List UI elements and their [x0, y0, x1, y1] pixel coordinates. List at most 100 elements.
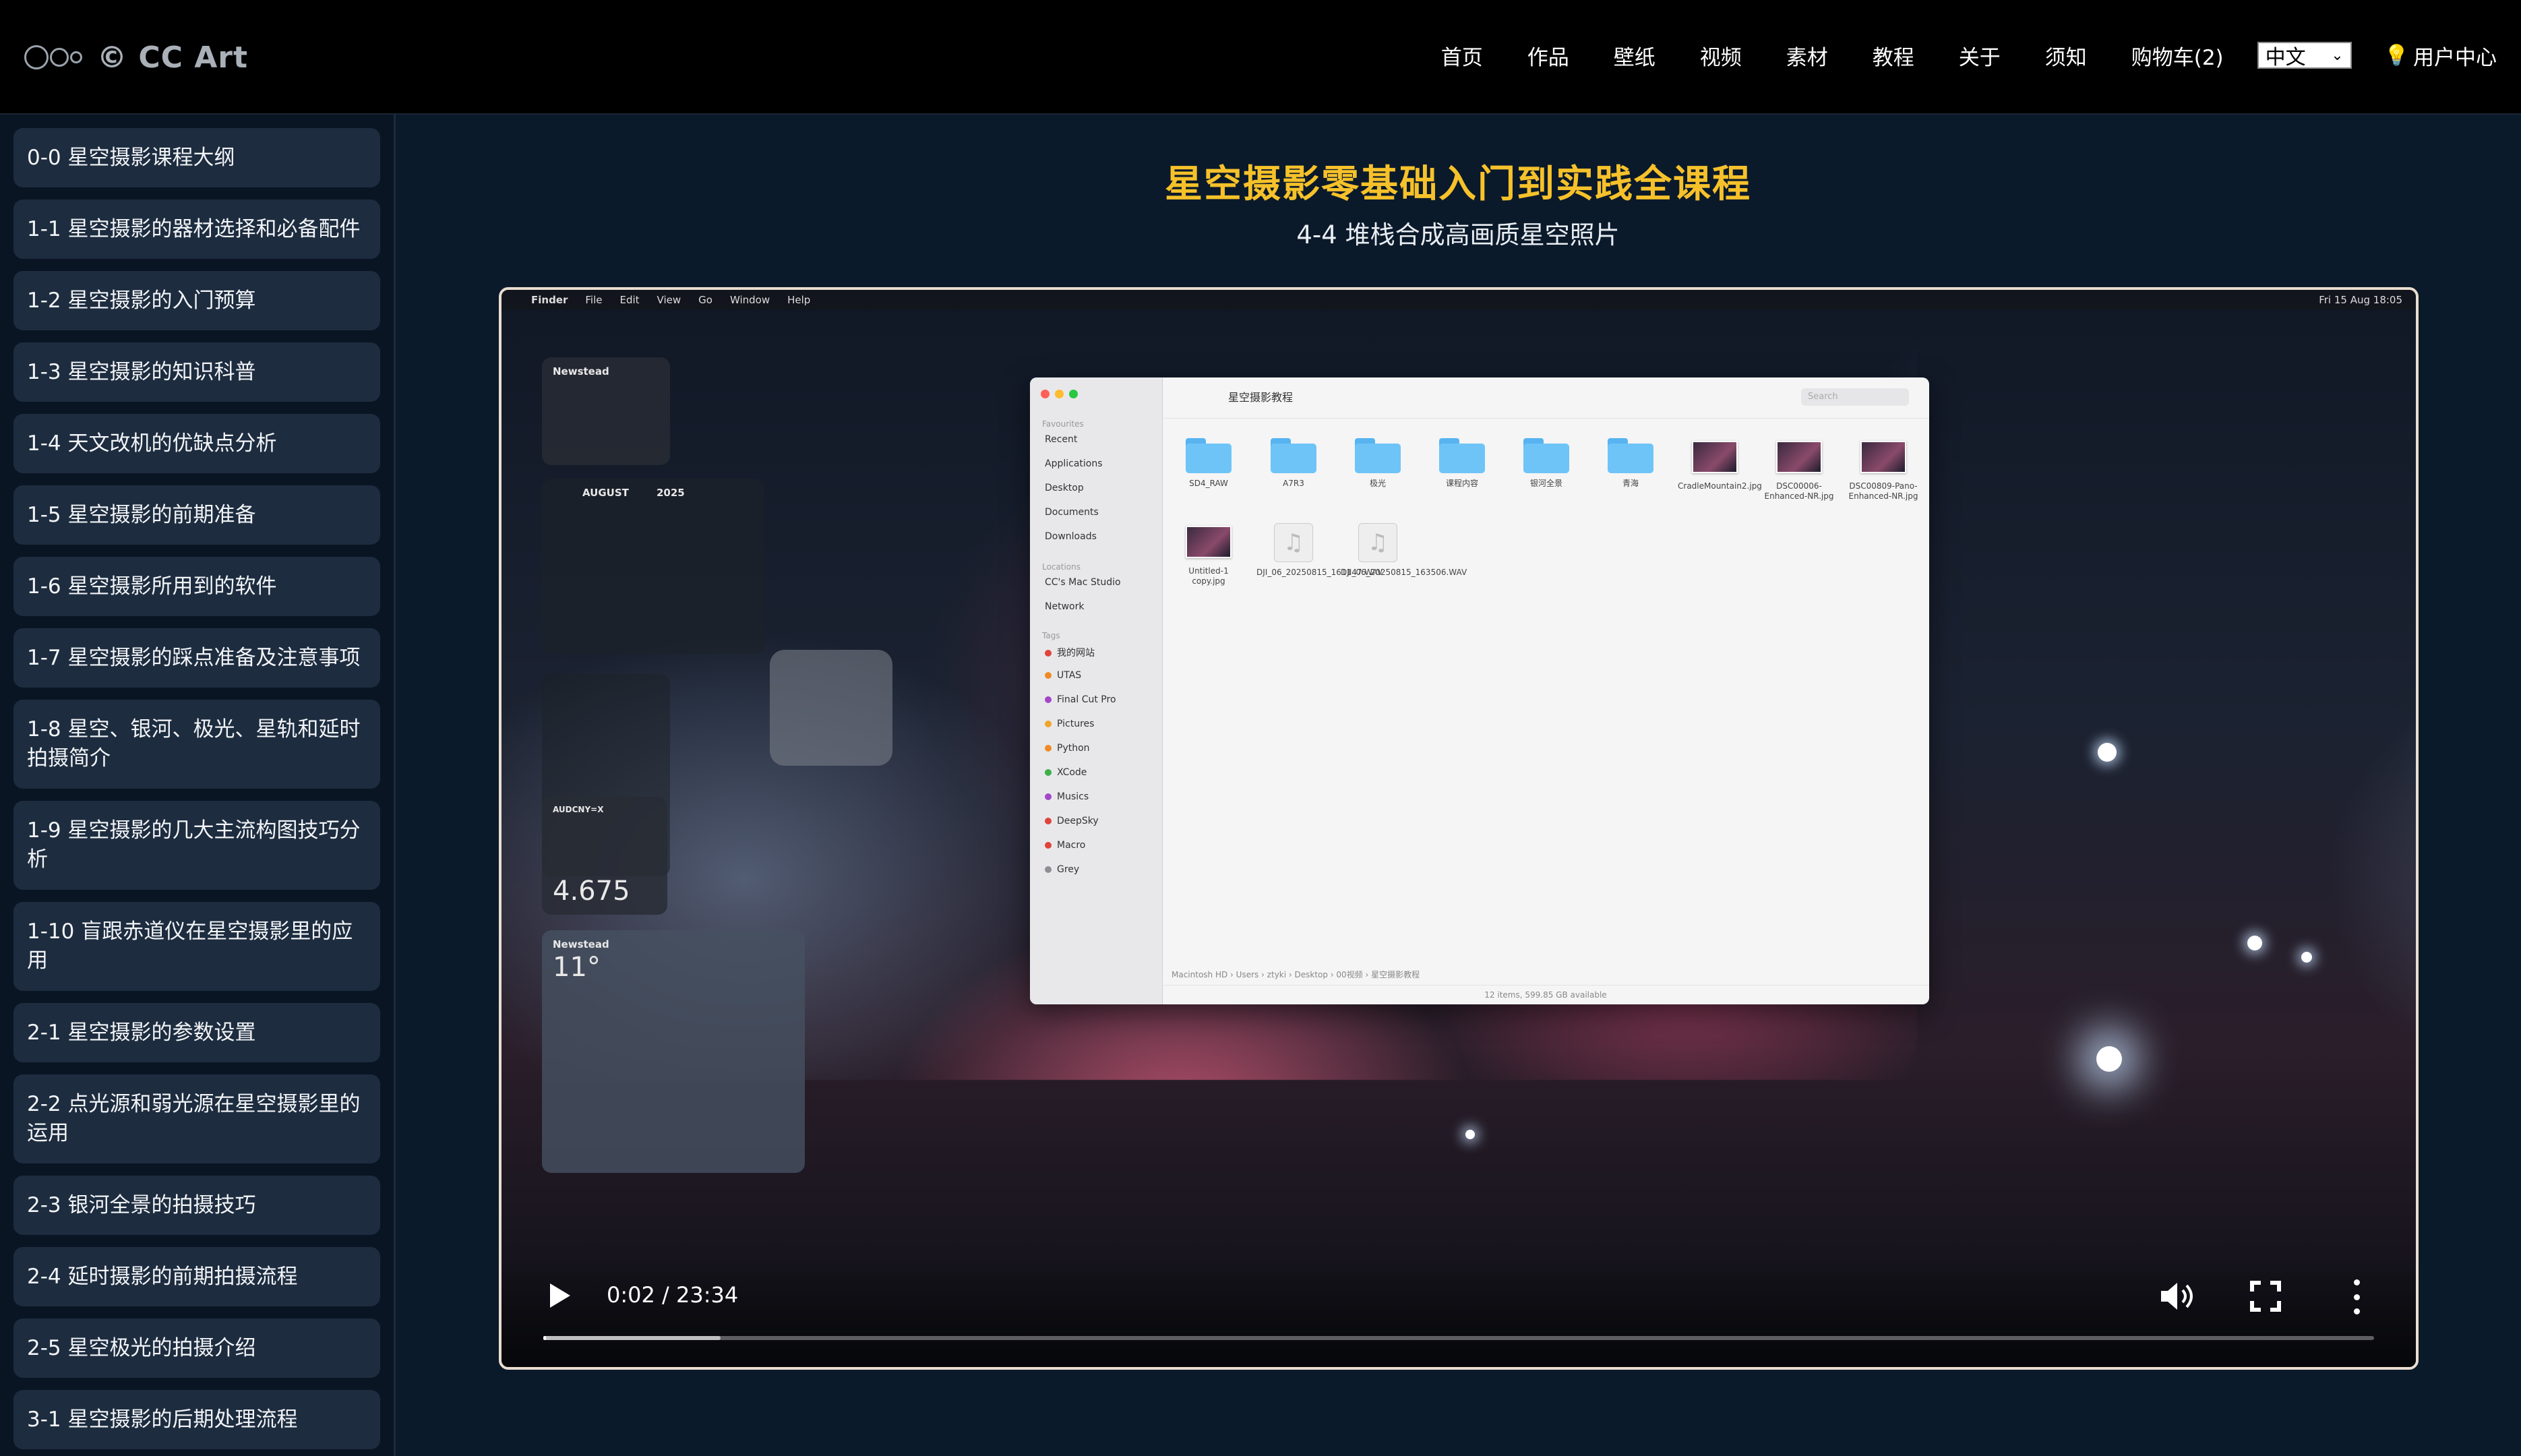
forecast-temp: 11°: [553, 952, 601, 983]
forecast-city: Newstead: [553, 938, 609, 950]
finder-sidebar-item: Network: [1045, 601, 1085, 612]
folder-icon: [1439, 438, 1485, 473]
lesson-item[interactable]: 1-5 星空摄影的前期准备: [13, 485, 380, 545]
finder-tag: Pictures: [1045, 719, 1094, 729]
progress-buffered: [543, 1336, 721, 1340]
user-center-link[interactable]: 💡 用户中心: [2384, 40, 2497, 71]
language-select[interactable]: 中文 ⌄: [2257, 42, 2352, 69]
finder-window: Favourites Recent Applications Desktop D…: [1030, 377, 1929, 1004]
lesson-item[interactable]: 1-10 盲跟赤道仪在星空摄影里的应用: [13, 902, 380, 991]
menubar-item: Window: [729, 294, 770, 306]
finder-tag: Final Cut Pro: [1045, 694, 1116, 705]
menubar-item: Help: [787, 294, 811, 306]
lesson-item[interactable]: 1-8 星空、银河、极光、星轨和延时拍摄简介: [13, 700, 380, 789]
more-options-icon[interactable]: [2350, 1279, 2363, 1314]
lesson-item[interactable]: 1-4 天文改机的优缺点分析: [13, 414, 380, 473]
calendar-month: AUGUST: [582, 487, 629, 499]
finder-tag: Macro: [1045, 840, 1085, 851]
lesson-item[interactable]: 2-2 点光源和弱光源在星空摄影里的运用: [13, 1074, 380, 1163]
window-traffic-lights: [1041, 390, 1078, 398]
brand[interactable]: © CC Art: [24, 34, 248, 81]
volume-icon[interactable]: [2158, 1279, 2196, 1313]
logo-icon: [24, 45, 82, 69]
lesson-item[interactable]: 1-1 星空摄影的器材选择和必备配件: [13, 200, 380, 259]
lesson-item[interactable]: 0-0 星空摄影课程大纲: [13, 128, 380, 187]
lesson-title: 4-4 堆栈合成高画质星空照片: [1296, 220, 1620, 249]
menubar-item: View: [657, 294, 681, 306]
finder-sidebar-header: Tags: [1042, 631, 1060, 640]
finder-sidebar-item: Documents: [1045, 507, 1099, 518]
nav-item-cart[interactable]: 购物车(2): [2131, 40, 2224, 71]
menubar-item: Edit: [619, 294, 640, 306]
lesson-item[interactable]: 1-9 星空摄影的几大主流构图技巧分析: [13, 801, 380, 890]
finder-sidebar-item: Applications: [1045, 458, 1103, 469]
play-icon[interactable]: [550, 1283, 570, 1308]
nav-item-wallpapers[interactable]: 壁纸: [1614, 40, 1656, 71]
video-progress-bar[interactable]: [543, 1336, 2374, 1340]
finder-status-bar: 12 items, 599.85 GB available: [1162, 985, 1929, 1004]
forecast-widget: Newstead 11°: [542, 930, 805, 1173]
finder-file: 课程内容: [1425, 438, 1499, 489]
main-nav: 首页 作品 壁纸 视频 素材 教程 关于 须知 购物车(2) 中文 ⌄ 💡 用户…: [1441, 35, 2497, 75]
nav-item-notice[interactable]: 须知: [2045, 40, 2087, 71]
finder-sidebar-header: Locations: [1042, 562, 1081, 572]
video-frame-menubar: Finder File Edit View Go Window Help Fri…: [502, 290, 2416, 310]
lesson-item[interactable]: 2-3 银河全景的拍摄技巧: [13, 1176, 380, 1235]
top-navbar: © CC Art 首页 作品 壁纸 视频 素材 教程 关于 须知 购物车(2) …: [0, 0, 2521, 115]
video-player[interactable]: Finder File Edit View Go Window Help Fri…: [499, 287, 2419, 1370]
chevron-down-icon: ⌄: [2331, 47, 2344, 64]
video-time: 0:02 / 23:34: [607, 1282, 739, 1308]
weather-widget: Newstead: [542, 357, 670, 465]
lesson-item[interactable]: 2-1 星空摄影的参数设置: [13, 1003, 380, 1062]
finder-path-bar: Macintosh HD › Users › ztyki › Desktop ›…: [1172, 970, 1420, 979]
finder-file: A7R3: [1256, 438, 1331, 489]
image-thumbnail: [1692, 441, 1738, 473]
lesson-item[interactable]: 2-4 延时摄影的前期拍摄流程: [13, 1247, 380, 1306]
finder-title: 星空摄影教程: [1228, 391, 1294, 404]
finder-file: DSC00809-Pano-Enhanced-NR.jpg: [1846, 438, 1920, 502]
finder-file: ♫ DJI_06_20250815_161147.WAV: [1256, 523, 1383, 578]
lesson-item[interactable]: 1-3 星空摄影的知识科普: [13, 342, 380, 402]
nav-item-videos[interactable]: 视频: [1700, 40, 1742, 71]
folder-icon: [1271, 438, 1316, 473]
finder-sidebar-item: CC's Mac Studio: [1045, 577, 1121, 588]
menubar-item: Finder: [531, 294, 568, 306]
finder-file: 银河全景: [1509, 438, 1583, 489]
image-thumbnail: [1860, 441, 1906, 473]
user-center-label: 用户中心: [2413, 45, 2497, 70]
finder-tag: 我的网站: [1045, 646, 1095, 659]
audio-file-icon: ♫: [1274, 523, 1313, 562]
star: [2096, 1046, 2122, 1072]
image-thumbnail: [1186, 526, 1232, 558]
finder-tag: DeepSky: [1045, 816, 1099, 826]
video-controls: 0:02 / 23:34: [502, 1252, 2416, 1367]
lesson-item[interactable]: 1-2 星空摄影的入门预算: [13, 271, 380, 330]
controls-widget: [770, 650, 892, 766]
finder-file: 极光: [1341, 438, 1415, 489]
nav-item-tutorials[interactable]: 教程: [1873, 40, 1914, 71]
nav-item-about[interactable]: 关于: [1959, 40, 2001, 71]
finder-sidebar-item: Downloads: [1045, 531, 1097, 542]
lesson-sidebar[interactable]: 0-0 星空摄影课程大纲 1-1 星空摄影的器材选择和必备配件 1-2 星空摄影…: [0, 115, 396, 1456]
calendar-year: 2025: [657, 487, 685, 499]
language-select-value: 中文: [2265, 46, 2306, 69]
brand-name: © CC Art: [97, 40, 249, 75]
star: [2247, 936, 2262, 950]
finder-file: SD4_RAW: [1172, 438, 1246, 489]
nav-item-home[interactable]: 首页: [1441, 40, 1483, 71]
nav-item-assets[interactable]: 素材: [1786, 40, 1828, 71]
menubar-item: Go: [698, 294, 712, 306]
finder-sidebar-item: Recent: [1045, 434, 1078, 445]
weather-city: Newstead: [553, 365, 609, 377]
fullscreen-icon[interactable]: [2250, 1281, 2281, 1312]
finder-tag: Python: [1045, 743, 1090, 754]
finder-tag: Grey: [1045, 864, 1079, 875]
progress-played: [543, 1336, 546, 1340]
lesson-item[interactable]: 3-1 星空摄影的后期处理流程: [13, 1390, 380, 1449]
lesson-item[interactable]: 1-6 星空摄影所用到的软件: [13, 557, 380, 616]
stock-widget: AUDCNY=X 4.675: [542, 797, 667, 915]
stock-value: 4.675: [553, 876, 630, 907]
lesson-item[interactable]: 2-5 星空极光的拍摄介绍: [13, 1318, 380, 1378]
nav-item-works[interactable]: 作品: [1527, 40, 1569, 71]
lesson-item[interactable]: 1-7 星空摄影的踩点准备及注意事项: [13, 628, 380, 688]
